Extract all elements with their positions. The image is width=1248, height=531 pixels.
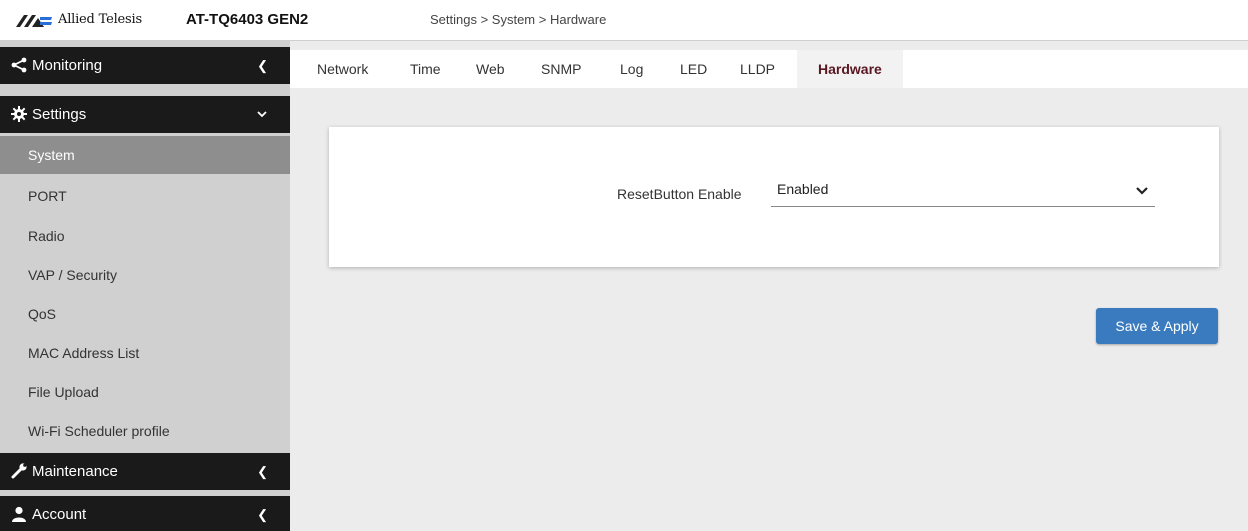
sidebar-group-label: Settings — [32, 106, 87, 123]
breadcrumb: Settings > System > Hardware — [430, 12, 607, 27]
top-header: Allied Telesis AT-TQ6403 GEN2 Settings >… — [0, 0, 1248, 40]
chevron-down-icon — [257, 111, 267, 118]
sidebar-group-settings[interactable]: Settings — [0, 96, 290, 133]
reset-button-select[interactable]: Enabled — [771, 175, 1155, 207]
save-apply-button[interactable]: Save & Apply — [1096, 308, 1218, 344]
sidebar-item-radio[interactable]: Radio — [0, 217, 290, 255]
reset-button-label: ResetButton Enable — [617, 186, 742, 202]
brand-logo: Allied Telesis — [16, 12, 142, 27]
chevron-left-icon: ❮ — [257, 506, 268, 522]
sidebar-group-account[interactable]: Account ❮ — [0, 496, 290, 531]
wrench-icon — [11, 463, 27, 479]
tab-snmp[interactable]: SNMP — [541, 50, 581, 88]
user-icon — [12, 506, 26, 522]
gear-icon — [11, 106, 27, 122]
tab-hardware[interactable]: Hardware — [797, 50, 903, 88]
reset-button-select-value: Enabled — [777, 181, 829, 197]
device-model: AT-TQ6403 GEN2 — [186, 11, 309, 28]
hardware-settings-card: ResetButton Enable Enabled — [329, 127, 1219, 267]
brand-name: Allied Telesis — [58, 12, 142, 27]
tab-time[interactable]: Time — [410, 50, 441, 88]
settings-tabs: Network Time Web SNMP Log LED LLDP Hardw… — [290, 50, 1248, 88]
sidebar-item-system[interactable]: System — [0, 136, 290, 174]
chevron-down-icon — [1136, 187, 1148, 195]
sidebar-item-qos[interactable]: QoS — [0, 295, 290, 333]
sidebar-group-maintenance[interactable]: Maintenance ❮ — [0, 453, 290, 490]
sidebar-group-label: Maintenance — [32, 463, 118, 480]
chevron-left-icon: ❮ — [257, 463, 268, 479]
sidebar-item-port[interactable]: PORT — [0, 177, 290, 215]
sidebar-group-label: Monitoring — [32, 57, 103, 74]
tab-network[interactable]: Network — [317, 50, 368, 88]
tab-log[interactable]: Log — [620, 50, 643, 88]
chevron-left-icon: ❮ — [257, 57, 268, 73]
sidebar: Monitoring ❮ Settings System PORT Radio … — [0, 41, 290, 531]
sidebar-item-file-upload[interactable]: File Upload — [0, 373, 290, 411]
share-icon — [11, 57, 27, 73]
sidebar-item-vap-security[interactable]: VAP / Security — [0, 256, 290, 294]
allied-telesis-logo-icon — [16, 14, 52, 27]
sidebar-item-mac-address-list[interactable]: MAC Address List — [0, 334, 290, 372]
tab-lldp[interactable]: LLDP — [740, 50, 775, 88]
sidebar-item-wifi-scheduler-profile[interactable]: Wi-Fi Scheduler profile — [0, 412, 290, 450]
tab-led[interactable]: LED — [680, 50, 707, 88]
sidebar-group-label: Account — [32, 506, 87, 523]
sidebar-group-monitoring[interactable]: Monitoring ❮ — [0, 47, 290, 84]
tab-web[interactable]: Web — [476, 50, 505, 88]
